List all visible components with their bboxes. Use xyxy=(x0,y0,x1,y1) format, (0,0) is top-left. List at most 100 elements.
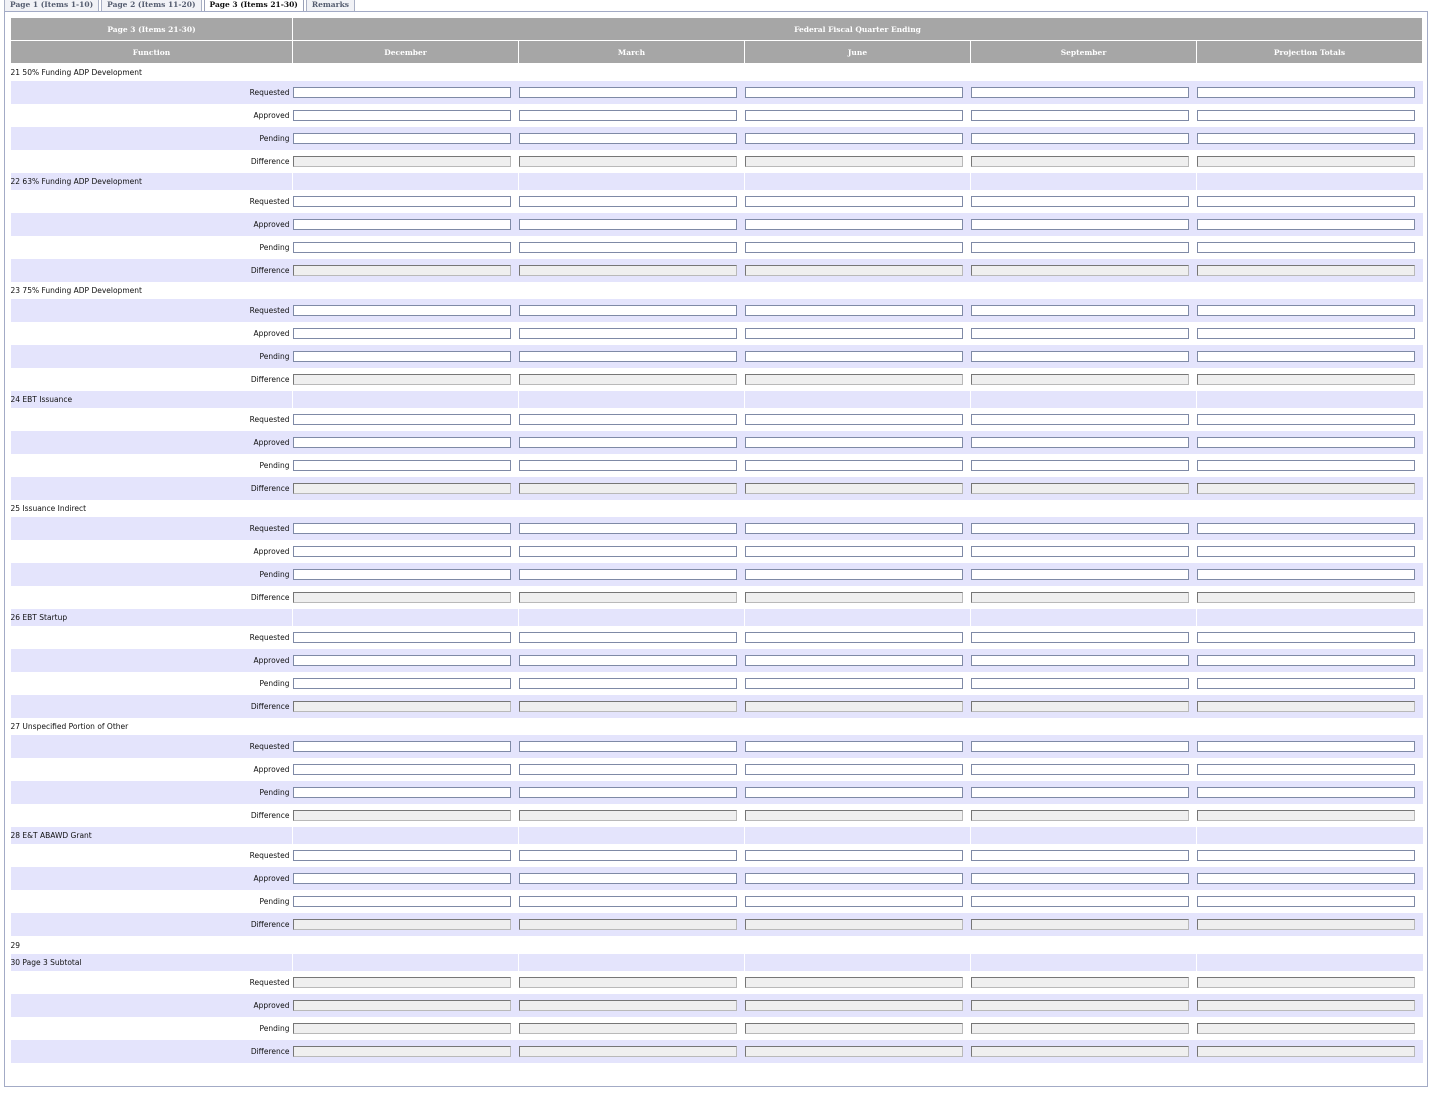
projection-totals-requested-input[interactable] xyxy=(1196,741,1415,752)
june-pending-input[interactable] xyxy=(744,569,963,580)
june-requested-input[interactable] xyxy=(744,196,963,207)
june-pending-input[interactable] xyxy=(744,460,963,471)
september-requested-input[interactable] xyxy=(970,196,1189,207)
june-approved-input[interactable] xyxy=(744,764,963,775)
june-requested-input[interactable] xyxy=(744,741,963,752)
december-approved-input[interactable] xyxy=(292,873,511,884)
march-requested-input[interactable] xyxy=(518,87,737,98)
september-pending-input[interactable] xyxy=(970,896,1189,907)
december-requested-input[interactable] xyxy=(292,850,511,861)
september-requested-input[interactable] xyxy=(970,850,1189,861)
march-approved-input[interactable] xyxy=(518,110,737,121)
march-approved-input[interactable] xyxy=(518,219,737,230)
september-pending-input[interactable] xyxy=(970,569,1189,580)
june-pending-input[interactable] xyxy=(744,242,963,253)
september-pending-input[interactable] xyxy=(970,787,1189,798)
projection-totals-approved-input[interactable] xyxy=(1196,437,1415,448)
september-approved-input[interactable] xyxy=(970,764,1189,775)
june-requested-input[interactable] xyxy=(744,850,963,861)
december-requested-input[interactable] xyxy=(292,523,511,534)
december-approved-input[interactable] xyxy=(292,328,511,339)
june-pending-input[interactable] xyxy=(744,678,963,689)
december-approved-input[interactable] xyxy=(292,546,511,557)
march-pending-input[interactable] xyxy=(518,678,737,689)
september-pending-input[interactable] xyxy=(970,460,1189,471)
december-approved-input[interactable] xyxy=(292,764,511,775)
december-requested-input[interactable] xyxy=(292,632,511,643)
projection-totals-pending-input[interactable] xyxy=(1196,787,1415,798)
september-approved-input[interactable] xyxy=(970,437,1189,448)
projection-totals-pending-input[interactable] xyxy=(1196,242,1415,253)
december-requested-input[interactable] xyxy=(292,741,511,752)
march-requested-input[interactable] xyxy=(518,523,737,534)
projection-totals-requested-input[interactable] xyxy=(1196,305,1415,316)
september-requested-input[interactable] xyxy=(970,414,1189,425)
september-pending-input[interactable] xyxy=(970,351,1189,362)
projection-totals-approved-input[interactable] xyxy=(1196,110,1415,121)
march-approved-input[interactable] xyxy=(518,328,737,339)
september-requested-input[interactable] xyxy=(970,632,1189,643)
june-requested-input[interactable] xyxy=(744,414,963,425)
projection-totals-pending-input[interactable] xyxy=(1196,896,1415,907)
september-pending-input[interactable] xyxy=(970,242,1189,253)
june-pending-input[interactable] xyxy=(744,896,963,907)
september-requested-input[interactable] xyxy=(970,87,1189,98)
march-requested-input[interactable] xyxy=(518,196,737,207)
projection-totals-pending-input[interactable] xyxy=(1196,569,1415,580)
projection-totals-pending-input[interactable] xyxy=(1196,133,1415,144)
march-pending-input[interactable] xyxy=(518,569,737,580)
june-pending-input[interactable] xyxy=(744,133,963,144)
june-approved-input[interactable] xyxy=(744,655,963,666)
december-requested-input[interactable] xyxy=(292,305,511,316)
march-approved-input[interactable] xyxy=(518,655,737,666)
march-requested-input[interactable] xyxy=(518,741,737,752)
december-pending-input[interactable] xyxy=(292,351,511,362)
march-pending-input[interactable] xyxy=(518,351,737,362)
march-pending-input[interactable] xyxy=(518,460,737,471)
march-requested-input[interactable] xyxy=(518,632,737,643)
december-pending-input[interactable] xyxy=(292,460,511,471)
december-approved-input[interactable] xyxy=(292,219,511,230)
december-pending-input[interactable] xyxy=(292,242,511,253)
june-approved-input[interactable] xyxy=(744,437,963,448)
september-requested-input[interactable] xyxy=(970,523,1189,534)
projection-totals-pending-input[interactable] xyxy=(1196,351,1415,362)
projection-totals-approved-input[interactable] xyxy=(1196,328,1415,339)
december-pending-input[interactable] xyxy=(292,569,511,580)
december-requested-input[interactable] xyxy=(292,87,511,98)
march-pending-input[interactable] xyxy=(518,787,737,798)
march-approved-input[interactable] xyxy=(518,437,737,448)
june-approved-input[interactable] xyxy=(744,873,963,884)
september-approved-input[interactable] xyxy=(970,546,1189,557)
projection-totals-pending-input[interactable] xyxy=(1196,460,1415,471)
projection-totals-requested-input[interactable] xyxy=(1196,523,1415,534)
september-pending-input[interactable] xyxy=(970,678,1189,689)
projection-totals-approved-input[interactable] xyxy=(1196,219,1415,230)
december-requested-input[interactable] xyxy=(292,414,511,425)
march-pending-input[interactable] xyxy=(518,896,737,907)
september-pending-input[interactable] xyxy=(970,133,1189,144)
september-approved-input[interactable] xyxy=(970,873,1189,884)
december-pending-input[interactable] xyxy=(292,678,511,689)
projection-totals-approved-input[interactable] xyxy=(1196,873,1415,884)
june-requested-input[interactable] xyxy=(744,87,963,98)
march-pending-input[interactable] xyxy=(518,133,737,144)
june-pending-input[interactable] xyxy=(744,351,963,362)
september-requested-input[interactable] xyxy=(970,305,1189,316)
december-approved-input[interactable] xyxy=(292,437,511,448)
projection-totals-pending-input[interactable] xyxy=(1196,678,1415,689)
june-requested-input[interactable] xyxy=(744,305,963,316)
june-requested-input[interactable] xyxy=(744,523,963,534)
december-pending-input[interactable] xyxy=(292,896,511,907)
september-approved-input[interactable] xyxy=(970,655,1189,666)
march-pending-input[interactable] xyxy=(518,242,737,253)
projection-totals-requested-input[interactable] xyxy=(1196,87,1415,98)
march-approved-input[interactable] xyxy=(518,873,737,884)
december-pending-input[interactable] xyxy=(292,133,511,144)
march-requested-input[interactable] xyxy=(518,305,737,316)
june-approved-input[interactable] xyxy=(744,110,963,121)
december-requested-input[interactable] xyxy=(292,196,511,207)
projection-totals-approved-input[interactable] xyxy=(1196,546,1415,557)
september-requested-input[interactable] xyxy=(970,741,1189,752)
december-approved-input[interactable] xyxy=(292,110,511,121)
